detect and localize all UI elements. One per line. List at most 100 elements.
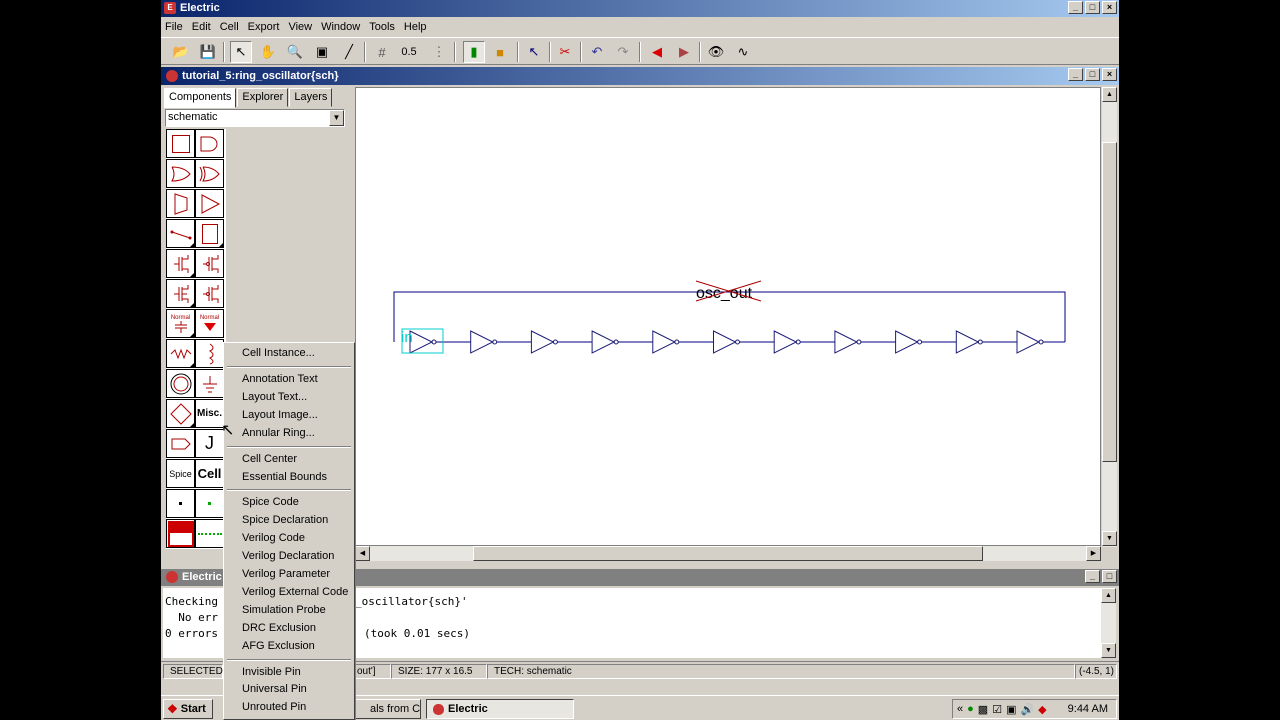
menu-item-spice-code[interactable]: Spice Code bbox=[226, 494, 352, 512]
palette-pmos[interactable] bbox=[195, 249, 224, 278]
scroll-up-button[interactable]: ▲ bbox=[1102, 87, 1117, 102]
menu-view[interactable]: View bbox=[288, 21, 318, 33]
schematic-canvas[interactable]: in osc_out bbox=[355, 87, 1101, 546]
menu-export[interactable]: Export bbox=[248, 21, 286, 33]
outline-edit-icon[interactable]: ▣ bbox=[311, 41, 333, 63]
grid-align-icon[interactable]: ⋮ bbox=[428, 41, 450, 63]
menu-tools[interactable]: Tools bbox=[369, 21, 401, 33]
palette-pmos4[interactable] bbox=[195, 279, 224, 308]
palette-meter[interactable] bbox=[166, 399, 195, 428]
minimize-button[interactable]: _ bbox=[1068, 1, 1083, 14]
grid-icon[interactable]: # bbox=[371, 41, 393, 63]
menu-window[interactable]: Window bbox=[321, 21, 366, 33]
back-arrow-icon[interactable]: ◀ bbox=[646, 41, 668, 63]
vertical-scroll-thumb[interactable] bbox=[1102, 142, 1117, 462]
palette-spice[interactable]: Spice bbox=[166, 459, 195, 488]
tray-security-icon[interactable]: ☑ bbox=[992, 703, 1002, 716]
palette-pin[interactable] bbox=[166, 489, 195, 518]
palette-or-gate[interactable] bbox=[166, 159, 195, 188]
scroll-left-button[interactable]: ◀ bbox=[355, 546, 370, 561]
zoom-magnifier-icon[interactable]: 🔍 bbox=[284, 41, 306, 63]
horizontal-scroll-thumb[interactable] bbox=[473, 546, 983, 561]
inverter-gate[interactable] bbox=[1016, 330, 1041, 354]
palette-bus-pin[interactable] bbox=[195, 489, 224, 518]
tray-shield-icon[interactable]: ◆ bbox=[1038, 703, 1046, 716]
tray-display-icon[interactable]: ▣ bbox=[1006, 703, 1016, 716]
tab-layers[interactable]: Layers bbox=[289, 88, 333, 107]
select-arrow-icon[interactable]: ↖ bbox=[230, 41, 252, 63]
start-button[interactable]: ❖ Start bbox=[163, 699, 213, 719]
menu-item-verilog-parameter[interactable]: Verilog Parameter bbox=[226, 566, 352, 584]
palette-wire-arc[interactable] bbox=[166, 519, 195, 548]
msg-minimize-button[interactable]: _ bbox=[1085, 570, 1100, 583]
menu-item-verilog-external-code[interactable]: Verilog External Code bbox=[226, 584, 352, 602]
palette-xor-gate[interactable] bbox=[195, 159, 224, 188]
doc-minimize-button[interactable]: _ bbox=[1068, 68, 1083, 81]
export-label-osc-out[interactable]: osc_out bbox=[696, 285, 753, 302]
tray-volume-icon[interactable]: 🔊 bbox=[1020, 703, 1034, 716]
horizontal-scrollbar[interactable]: ◀ ▶ bbox=[355, 546, 1101, 561]
tab-explorer[interactable]: Explorer bbox=[237, 88, 289, 107]
palette-inductor[interactable] bbox=[195, 339, 224, 368]
inverter-gate[interactable] bbox=[955, 330, 980, 354]
menu-item-cell-instance[interactable]: Cell Instance... bbox=[226, 345, 352, 363]
menu-item-verilog-declaration[interactable]: Verilog Declaration bbox=[226, 548, 352, 566]
technology-select[interactable]: schematic ▼ bbox=[165, 109, 345, 127]
palette-ground[interactable] bbox=[195, 369, 224, 398]
menu-cell[interactable]: Cell bbox=[220, 21, 245, 33]
measure-icon[interactable]: ╱ bbox=[338, 41, 360, 63]
menu-edit[interactable]: Edit bbox=[192, 21, 217, 33]
inverter-gate[interactable] bbox=[713, 330, 737, 354]
chevron-down-icon[interactable]: ▼ bbox=[329, 110, 344, 126]
inverter-gate[interactable] bbox=[409, 330, 434, 354]
inverter-gate[interactable] bbox=[652, 330, 676, 354]
scroll-right-button[interactable]: ▶ bbox=[1086, 546, 1101, 561]
hide-eye-icon[interactable]: ∿ bbox=[732, 41, 754, 63]
palette-flipflop[interactable] bbox=[195, 219, 224, 248]
pan-hand-icon[interactable]: ✋ bbox=[257, 41, 279, 63]
grid-size-value[interactable]: 0.5 bbox=[398, 41, 420, 63]
menu-item-cell-center[interactable]: Cell Center bbox=[226, 451, 352, 469]
tab-components[interactable]: Components bbox=[164, 88, 237, 108]
palette-buffer[interactable] bbox=[195, 189, 224, 218]
special-select-icon[interactable]: ↖ bbox=[523, 41, 545, 63]
palette-misc[interactable]: Misc. bbox=[195, 399, 224, 428]
maximize-button[interactable]: □ bbox=[1085, 1, 1100, 14]
vertical-scrollbar[interactable]: ▲ ▼ bbox=[1102, 87, 1117, 547]
palette-nmos4[interactable] bbox=[166, 279, 195, 308]
msg-scroll-up-button[interactable]: ▲ bbox=[1101, 588, 1116, 603]
palette-cell[interactable]: Cell bbox=[195, 459, 224, 488]
doc-maximize-button[interactable]: □ bbox=[1085, 68, 1100, 81]
input-label[interactable]: in bbox=[401, 329, 413, 346]
show-eye-icon[interactable]: 👁 bbox=[705, 41, 727, 63]
menu-help[interactable]: Help bbox=[404, 21, 433, 33]
doc-close-button[interactable]: × bbox=[1102, 68, 1117, 81]
inverter-gate[interactable] bbox=[470, 330, 494, 354]
palette-capacitor[interactable]: Normal bbox=[166, 309, 195, 338]
menu-item-layout-text[interactable]: Layout Text... bbox=[226, 389, 352, 407]
palette-diode[interactable]: Normal bbox=[195, 309, 224, 338]
undo-icon[interactable]: ↶ bbox=[586, 41, 608, 63]
palette-resistor[interactable] bbox=[166, 339, 195, 368]
tray-expand-icon[interactable]: « bbox=[957, 703, 963, 715]
schematic-drawing[interactable]: in osc_out bbox=[356, 88, 1102, 547]
palette-nmos[interactable] bbox=[166, 249, 195, 278]
palette-wire[interactable] bbox=[166, 219, 195, 248]
menu-item-verilog-code[interactable]: Verilog Code bbox=[226, 530, 352, 548]
menu-item-simulation-probe[interactable]: Simulation Probe bbox=[226, 602, 352, 620]
menu-item-essential-bounds[interactable]: Essential Bounds bbox=[226, 469, 352, 487]
save-icon[interactable]: 💾 bbox=[197, 41, 219, 63]
palette-pure-layer[interactable]: J bbox=[195, 429, 224, 458]
palette-bus-arc[interactable] bbox=[195, 519, 224, 548]
palette-and-gate[interactable] bbox=[195, 129, 224, 158]
menu-item-spice-declaration[interactable]: Spice Declaration bbox=[226, 512, 352, 530]
area-select-icon[interactable]: ■ bbox=[489, 41, 511, 63]
menu-item-unrouted-pin[interactable]: Unrouted Pin bbox=[226, 699, 352, 717]
menu-item-drc-exclusion[interactable]: DRC Exclusion bbox=[226, 620, 352, 638]
inverter-gate[interactable] bbox=[530, 330, 555, 354]
menu-item-layout-image[interactable]: Layout Image... bbox=[226, 407, 352, 425]
menu-item-afg-exclusion[interactable]: AFG Exclusion bbox=[226, 638, 352, 656]
msg-scroll-down-button[interactable]: ▼ bbox=[1101, 643, 1116, 658]
message-scrollbar[interactable]: ▲ ▼ bbox=[1101, 588, 1116, 658]
menu-item-annular-ring[interactable]: Annular Ring... bbox=[226, 425, 352, 443]
